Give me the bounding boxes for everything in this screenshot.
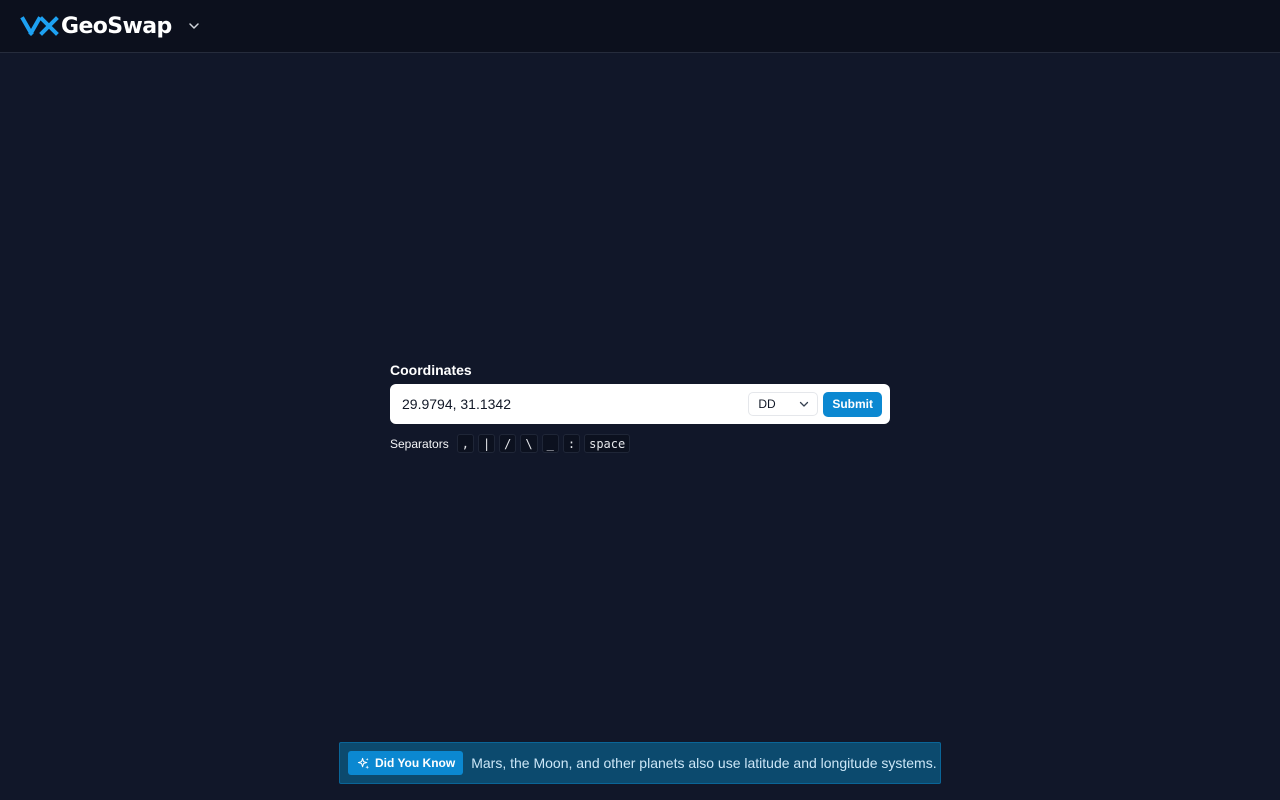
separator-key-comma: , <box>456 434 474 453</box>
chevron-down-icon <box>800 401 809 407</box>
separator-key-pipe: | <box>477 434 496 453</box>
did-you-know-label: Did You Know <box>375 756 456 770</box>
format-selected-value: DD <box>758 397 776 411</box>
coordinates-input-box: DD Submit <box>390 384 890 424</box>
separator-key-underscore: _ <box>541 434 559 453</box>
coordinates-form: Coordinates DD Submit Separators , | / \… <box>390 360 890 453</box>
separator-key-slash: / <box>499 434 517 453</box>
chevron-down-icon[interactable] <box>188 20 200 32</box>
did-you-know-banner: Did You Know Mars, the Moon, and other p… <box>339 742 941 784</box>
separator-key-colon: : <box>562 434 581 453</box>
separator-key-space: space <box>584 434 631 453</box>
submit-button[interactable]: Submit <box>823 391 882 417</box>
sparkles-icon <box>357 757 370 769</box>
did-you-know-text: Mars, the Moon, and other planets also u… <box>471 755 937 771</box>
coordinates-label: Coordinates <box>390 362 472 378</box>
brand-menu[interactable]: GeoSwap <box>20 14 200 39</box>
separators-hint: Separators , | / \ _ : space <box>390 434 890 453</box>
coordinates-input[interactable] <box>402 389 749 419</box>
separator-key-backslash: \ <box>520 434 538 453</box>
top-nav: GeoSwap <box>0 0 1280 53</box>
logo-mark-icon <box>20 16 59 36</box>
app-name: GeoSwap <box>61 13 172 39</box>
separators-label: Separators <box>390 436 449 451</box>
did-you-know-badge: Did You Know <box>348 751 464 775</box>
format-select[interactable]: DD <box>748 392 819 416</box>
